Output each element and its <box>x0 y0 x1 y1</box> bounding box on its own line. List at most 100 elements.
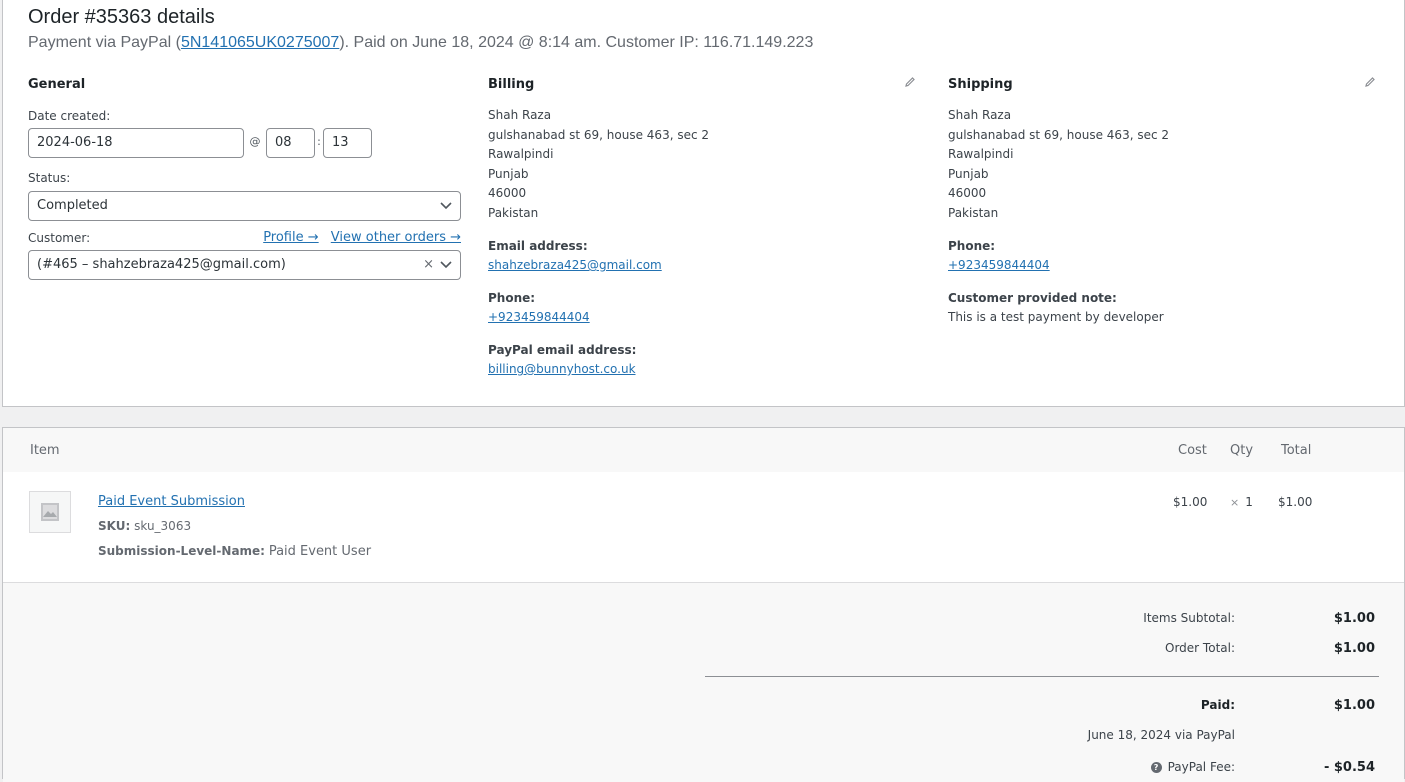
status-label: Status: <box>28 171 71 185</box>
general-column: General Date created: 2024-06-18 @ 08 : … <box>28 76 461 280</box>
general-heading: General <box>28 77 86 92</box>
paypal-fee-label: PayPal Fee: <box>1167 760 1235 774</box>
shipping-phone-block: Phone: +923459844404 <box>948 237 1388 275</box>
customer-links: Profile → View other orders → <box>255 230 461 246</box>
address-line: Punjab <box>948 166 989 181</box>
phone-label: Phone: <box>488 291 536 305</box>
at-separator: @ <box>249 134 261 148</box>
phone-label: Phone: <box>948 239 996 253</box>
items-subtotal-row: Items Subtotal: $1.00 <box>835 611 1375 626</box>
customer-value: (#465 – shahzebraza425@gmail.com) <box>37 257 286 272</box>
billing-phone-link[interactable]: +923459844404 <box>488 310 590 324</box>
paypal-fee-label-wrap: ? PayPal Fee: <box>835 760 1235 774</box>
paid-note: June 18, 2024 via PayPal <box>1087 728 1235 742</box>
order-title: Order #35363 details <box>28 6 215 28</box>
email-label: Email address: <box>488 239 588 253</box>
sku-value: sku_3063 <box>134 519 192 533</box>
item-sku: SKU: sku_3063 <box>98 519 191 533</box>
address-line: Pakistan <box>488 205 539 220</box>
meta-value: Paid Event User <box>268 544 372 559</box>
address-line: Shah Raza <box>488 108 552 122</box>
status-select[interactable]: Completed <box>28 191 461 221</box>
paid-note-row: June 18, 2024 via PayPal <box>835 728 1375 742</box>
paid-value: $1.00 <box>1333 698 1375 713</box>
item-meta: Submission-Level-Name: Paid Event User <box>98 544 371 559</box>
shipping-heading: Shipping <box>948 77 1013 92</box>
order-total-value: $1.00 <box>1333 641 1375 656</box>
shipping-phone-link[interactable]: +923459844404 <box>948 258 1050 272</box>
address-line: 46000 <box>488 186 527 200</box>
qty-column-header: Qty <box>1230 443 1254 458</box>
sku-label: SKU: <box>98 519 131 533</box>
billing-phone-block: Phone: +923459844404 <box>488 289 928 327</box>
order-meta-suffix: ). Paid on June 18, 2024 @ 8:14 am. Cust… <box>339 34 814 51</box>
help-icon[interactable]: ? <box>1150 762 1162 773</box>
order-total-row: Order Total: $1.00 <box>835 641 1375 656</box>
order-data-panel: Order #35363 details Payment via PayPal … <box>2 0 1405 407</box>
order-total-label: Order Total: <box>1165 641 1235 655</box>
customer-note: This is a test payment by developer <box>948 310 1164 324</box>
paypal-email-label: PayPal email address: <box>488 343 637 357</box>
items-table-header: Item Cost Qty Total <box>3 428 1404 472</box>
paypal-email-block: PayPal email address: billing@bunnyhost.… <box>488 341 928 379</box>
item-column-header: Item <box>30 443 60 458</box>
address-line: Shah Raza <box>948 108 1012 122</box>
customer-note-label: Customer provided note: <box>948 291 1117 305</box>
clear-icon[interactable]: × <box>423 251 434 279</box>
paypal-fee-value: - $0.54 <box>1323 760 1375 775</box>
qty-value: 1 <box>1245 495 1253 509</box>
colon-separator: : <box>317 134 321 148</box>
billing-column: Billing Shah Raza gulshanabad st 69, hou… <box>488 76 928 379</box>
address-line: gulshanabad st 69, house 463, sec 2 <box>488 127 710 142</box>
item-cost: $1.00 <box>1173 495 1208 509</box>
shipping-column: Shipping Shah Raza gulshanabad st 69, ho… <box>948 76 1388 327</box>
address-line: 46000 <box>948 186 987 200</box>
minute-input[interactable]: 13 <box>323 128 372 158</box>
items-subtotal-value: $1.00 <box>1333 611 1375 626</box>
item-total: $1.00 <box>1278 495 1313 509</box>
paid-label: Paid: <box>1200 698 1235 712</box>
cost-column-header: Cost <box>1178 443 1207 458</box>
paypal-email-link[interactable]: billing@bunnyhost.co.uk <box>488 362 636 376</box>
billing-email-block: Email address: shahzebraza425@gmail.com <box>488 237 928 275</box>
customer-row: Customer: Profile → View other orders → <box>28 230 461 246</box>
times-icon: × <box>1230 496 1240 509</box>
item-name-link[interactable]: Paid Event Submission <box>98 494 245 509</box>
totals-divider <box>705 676 1379 677</box>
shipping-address: Shah Raza gulshanabad st 69, house 463, … <box>948 106 1388 223</box>
address-line: Rawalpindi <box>488 147 554 161</box>
chevron-down-icon <box>440 202 452 210</box>
billing-address: Shah Raza gulshanabad st 69, house 463, … <box>488 106 928 223</box>
customer-select[interactable]: (#465 – shahzebraza425@gmail.com) × <box>28 250 461 280</box>
date-created-row: 2024-06-18 @ 08 : 13 <box>28 128 461 158</box>
customer-note-block: Customer provided note: This is a test p… <box>948 289 1388 327</box>
image-placeholder-icon <box>41 503 59 521</box>
status-value: Completed <box>37 198 108 213</box>
address-line: Rawalpindi <box>948 147 1014 161</box>
pencil-icon[interactable] <box>1364 76 1376 88</box>
pencil-icon[interactable] <box>904 76 916 88</box>
address-line: Pakistan <box>948 205 999 220</box>
order-items-panel: Item Cost Qty Total Paid Event Submissio… <box>2 427 1405 782</box>
date-created-label: Date created: <box>28 109 111 123</box>
paypal-fee-row: ? PayPal Fee: - $0.54 <box>835 760 1375 775</box>
item-thumbnail <box>29 491 71 533</box>
meta-label: Submission-Level-Name: <box>98 544 265 558</box>
billing-heading: Billing <box>488 77 535 92</box>
chevron-down-icon <box>440 261 452 269</box>
transaction-id-link[interactable]: 5N141065UK0275007 <box>181 34 339 51</box>
paid-row: Paid: $1.00 <box>835 698 1375 713</box>
view-other-orders-link[interactable]: View other orders → <box>331 230 461 245</box>
order-totals: Items Subtotal: $1.00 Order Total: $1.00… <box>3 582 1404 782</box>
address-line: gulshanabad st 69, house 463, sec 2 <box>948 127 1170 142</box>
total-column-header: Total <box>1281 443 1312 458</box>
customer-label: Customer: <box>28 231 91 245</box>
date-created-input[interactable]: 2024-06-18 <box>28 128 244 158</box>
profile-link[interactable]: Profile → <box>263 230 318 245</box>
item-qty: × 1 <box>1230 495 1253 509</box>
order-meta: Payment via PayPal (5N141065UK0275007). … <box>28 34 813 52</box>
address-line: Punjab <box>488 166 529 181</box>
hour-input[interactable]: 08 <box>266 128 315 158</box>
billing-email-link[interactable]: shahzebraza425@gmail.com <box>488 258 662 272</box>
items-subtotal-label: Items Subtotal: <box>1143 611 1235 625</box>
